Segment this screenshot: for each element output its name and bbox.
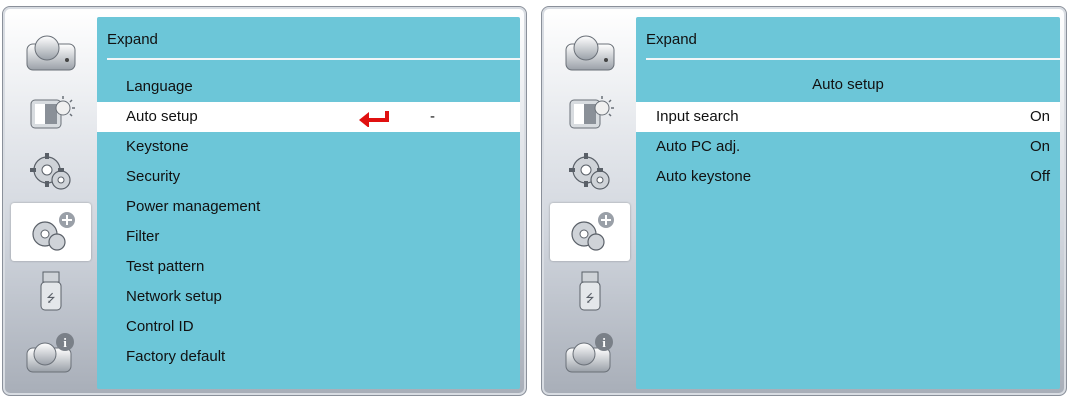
header-divider	[646, 58, 1060, 60]
usb-icon[interactable]: ⭍	[550, 263, 630, 321]
menu-item-label: Control ID	[126, 318, 194, 335]
gear-plus-icon[interactable]	[550, 203, 630, 261]
menu-item-language[interactable]: Language	[97, 72, 520, 102]
menu-item-label: Filter	[126, 228, 160, 245]
setting-label: Input search	[656, 108, 739, 125]
setting-value[interactable]: On	[1030, 132, 1050, 162]
menu-item-label: Security	[126, 168, 181, 185]
menu-header: Expand	[646, 31, 697, 48]
sidebar: ⭍ i	[9, 17, 93, 392]
menu-item-keystone[interactable]: Keystone	[97, 132, 520, 162]
menu-content: Expand Language Auto setup - Keystone Se…	[97, 17, 520, 389]
menu-item-network-setup[interactable]: Network setup	[97, 282, 520, 312]
gear-icon[interactable]	[550, 143, 630, 201]
setting-value[interactable]: Off	[1030, 162, 1050, 192]
setting-row-input-search[interactable]: Input search On	[636, 102, 1060, 132]
header-divider	[107, 58, 520, 60]
menu-item-auto-setup[interactable]: Auto setup -	[97, 102, 520, 132]
submenu-title: Auto setup	[812, 76, 884, 93]
gear-icon[interactable]	[11, 143, 91, 201]
menu-item-label: Network setup	[126, 288, 222, 305]
image-adjust-icon[interactable]	[550, 83, 630, 141]
svg-text:i: i	[63, 335, 67, 350]
menu-item-filter[interactable]: Filter	[97, 222, 520, 252]
menu-item-label: Language	[126, 78, 193, 95]
menu-item-control-id[interactable]: Control ID	[97, 312, 520, 342]
camera-info-icon[interactable]: i	[550, 323, 630, 381]
setting-label: Auto keystone	[656, 168, 752, 185]
menu-panel-left: ⭍ i Expand Language Auto setup - Keyston…	[2, 6, 527, 396]
menu-item-power-management[interactable]: Power management	[97, 192, 520, 222]
setting-row-auto-pc-adj[interactable]: Auto PC adj. On	[636, 132, 1060, 162]
menu-item-label: Keystone	[126, 138, 189, 155]
sidebar: ⭍ i	[548, 17, 632, 392]
svg-text:⭍: ⭍	[585, 292, 594, 305]
svg-text:i: i	[602, 335, 606, 350]
image-adjust-icon[interactable]	[11, 83, 91, 141]
menu-panel-right: ⭍ i Expand Auto setup Input search On Au…	[541, 6, 1067, 396]
menu-item-factory-default[interactable]: Factory default	[97, 342, 520, 372]
menu-item-label: Power management	[126, 198, 261, 215]
svg-text:⭍: ⭍	[46, 292, 55, 305]
menu-item-test-pattern[interactable]: Test pattern	[97, 252, 520, 282]
camera-info-icon[interactable]: i	[11, 323, 91, 381]
camera-icon[interactable]	[550, 23, 630, 81]
setting-value[interactable]: On	[1030, 102, 1050, 132]
menu-header: Expand	[107, 31, 158, 48]
menu-content: Expand Auto setup Input search On Auto P…	[636, 17, 1060, 389]
menu-item-label: Factory default	[126, 348, 226, 365]
menu-item-label: Test pattern	[126, 258, 205, 275]
setting-row-auto-keystone[interactable]: Auto keystone Off	[636, 162, 1060, 192]
menu-item-label: Auto setup	[126, 108, 198, 125]
camera-icon[interactable]	[11, 23, 91, 81]
setting-value: -	[430, 108, 435, 125]
menu-item-security[interactable]: Security	[97, 162, 520, 192]
gear-plus-icon[interactable]	[11, 203, 91, 261]
usb-icon[interactable]: ⭍	[11, 263, 91, 321]
setting-label: Auto PC adj.	[656, 138, 741, 155]
